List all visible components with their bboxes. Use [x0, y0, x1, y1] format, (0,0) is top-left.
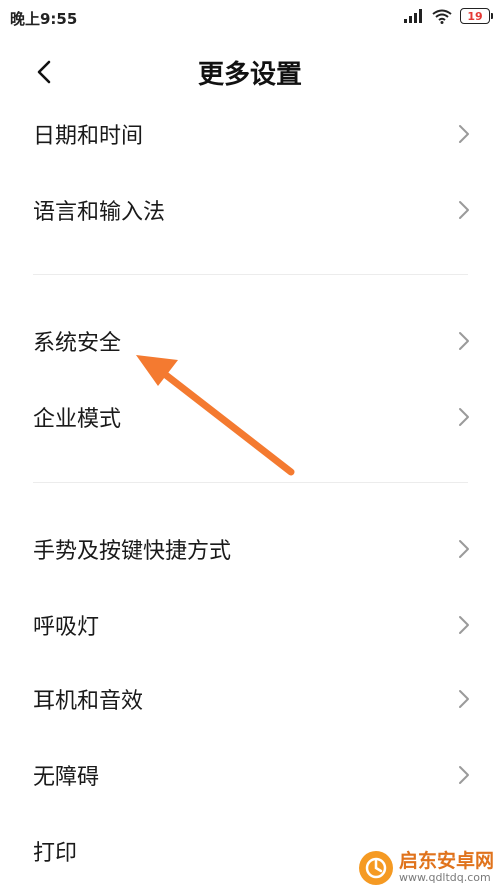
chevron-right-icon	[459, 125, 469, 143]
item-label: 呼吸灯	[33, 615, 100, 640]
section-divider	[33, 274, 468, 275]
item-label: 打印	[33, 841, 78, 866]
status-time: 晚上9:55	[10, 10, 78, 28]
item-label: 手势及按键快捷方式	[33, 539, 232, 564]
signal-icon	[404, 9, 422, 23]
chevron-right-icon	[459, 408, 469, 426]
chevron-right-icon	[459, 201, 469, 219]
settings-item-system-security[interactable]: 系统安全	[0, 306, 500, 376]
chevron-right-icon	[459, 332, 469, 350]
wifi-icon	[432, 9, 452, 24]
item-label: 无障碍	[33, 765, 100, 790]
settings-item-breathing-light[interactable]: 呼吸灯	[0, 590, 500, 660]
watermark-text: 启东安卓网 www.qdltdq.com	[398, 850, 494, 885]
watermark-logo-icon	[358, 851, 393, 885]
settings-item-language-input[interactable]: 语言和输入法	[0, 175, 500, 245]
chevron-right-icon	[459, 540, 469, 558]
chevron-right-icon	[459, 690, 469, 708]
settings-item-gesture-shortcuts[interactable]: 手势及按键快捷方式	[0, 514, 500, 584]
title-bar: 更多设置	[0, 40, 500, 104]
settings-item-date-time[interactable]: 日期和时间	[0, 99, 500, 169]
page-title: 更多设置	[197, 60, 302, 90]
item-label: 系统安全	[33, 331, 122, 356]
chevron-right-icon	[459, 616, 469, 634]
watermark-url: www.qdltdq.com	[398, 871, 491, 885]
item-label: 耳机和音效	[33, 689, 144, 714]
settings-item-enterprise-mode[interactable]: 企业模式	[0, 382, 500, 452]
section-divider	[33, 482, 468, 483]
item-label: 企业模式	[33, 407, 122, 432]
battery-level: 19	[467, 9, 483, 23]
item-label: 语言和输入法	[33, 200, 166, 225]
watermark-title: 启东安卓网	[398, 850, 494, 873]
status-icons: 19	[404, 8, 493, 24]
status-bar: 晚上9:55 19	[0, 0, 500, 36]
chevron-right-icon	[459, 766, 469, 784]
settings-item-headphones-audio[interactable]: 耳机和音效	[0, 664, 500, 734]
battery-icon: 19	[460, 8, 493, 24]
settings-item-accessibility[interactable]: 无障碍	[0, 740, 500, 810]
watermark: 启东安卓网 www.qdltdq.com	[358, 850, 494, 885]
item-label: 日期和时间	[33, 124, 144, 149]
